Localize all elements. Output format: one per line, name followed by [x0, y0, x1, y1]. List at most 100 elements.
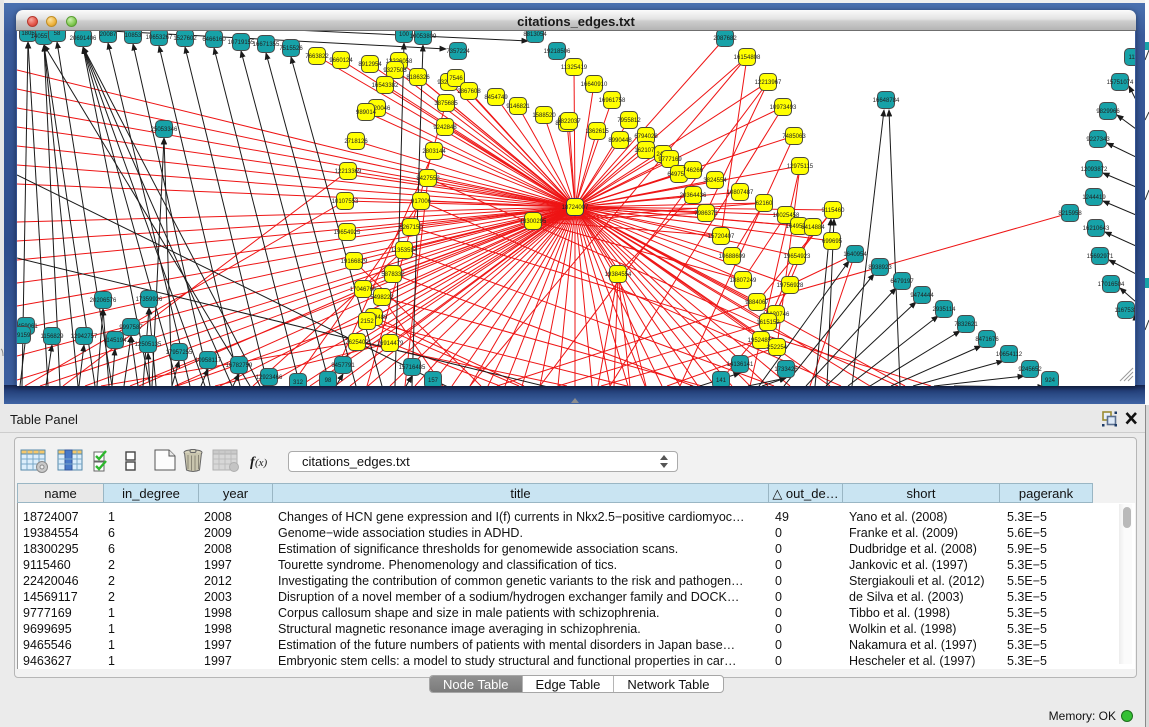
svg-text:9997587: 9997587 [119, 325, 143, 331]
svg-text:8414884: 8414884 [801, 225, 825, 231]
svg-text:17359926: 17359926 [136, 297, 163, 303]
svg-text:16961758: 16961758 [599, 98, 626, 104]
svg-text:17046766: 17046766 [350, 287, 377, 293]
svg-text:8938923: 8938923 [868, 265, 892, 271]
svg-text:6466160: 6466160 [202, 37, 226, 43]
svg-text:989014: 989014 [356, 110, 377, 116]
svg-text:1167533: 1167533 [1115, 308, 1135, 314]
svg-text:10973493: 10973493 [770, 105, 797, 111]
svg-text:15716485: 15716485 [399, 365, 426, 371]
svg-text:2803144: 2803144 [422, 149, 446, 155]
svg-text:12923466: 12923466 [256, 375, 283, 381]
svg-text:20364436: 20364436 [680, 193, 707, 199]
svg-text:6794028: 6794028 [634, 134, 658, 140]
svg-text:25053346: 25053346 [151, 127, 178, 133]
svg-text:19384554: 19384554 [605, 272, 632, 278]
svg-text:7663822: 7663822 [305, 54, 329, 60]
svg-text:1156829: 1156829 [41, 334, 65, 340]
svg-text:8990448: 8990448 [608, 138, 632, 144]
svg-text:924: 924 [1045, 378, 1056, 384]
svg-text:7515526: 7515526 [279, 46, 303, 52]
svg-text:18724007: 18724007 [562, 205, 589, 211]
svg-text:1362615: 1362615 [585, 129, 609, 135]
svg-text:15751074: 15751074 [1107, 80, 1134, 86]
svg-text:3822037: 3822037 [557, 119, 581, 125]
svg-text:7955812: 7955812 [617, 118, 641, 124]
svg-text:699695: 699695 [822, 239, 843, 245]
svg-text:5498222: 5498222 [370, 295, 394, 301]
svg-text:12505135: 12505135 [135, 342, 162, 348]
svg-text:2935114: 2935114 [933, 307, 957, 313]
svg-text:19756928: 19756928 [777, 283, 804, 289]
svg-text:9242848: 9242848 [433, 125, 457, 131]
svg-text:10107553: 10107553 [332, 199, 359, 205]
svg-text:8427552: 8427552 [416, 176, 440, 182]
svg-text:19166829: 19166829 [341, 259, 368, 265]
svg-text:10653267: 10653267 [146, 35, 173, 41]
svg-text:18300295: 18300295 [520, 219, 547, 225]
svg-text:14136141: 14136141 [727, 362, 754, 368]
svg-text:157: 157 [428, 378, 439, 384]
svg-text:111: 111 [1128, 55, 1135, 61]
svg-text:19218506: 19218506 [544, 49, 571, 55]
svg-text:9457791: 9457791 [331, 363, 355, 369]
svg-text:2152: 2152 [360, 319, 374, 325]
svg-text:62160: 62160 [756, 201, 773, 207]
svg-text:39159: 39159 [17, 333, 31, 339]
svg-text:5878332: 5878332 [381, 272, 405, 278]
svg-text:9474444: 9474444 [910, 293, 934, 299]
svg-text:2867608: 2867608 [457, 89, 481, 95]
svg-text:9115460: 9115460 [822, 208, 846, 214]
svg-text:7625402: 7625402 [345, 340, 369, 346]
svg-text:141: 141 [716, 378, 727, 384]
svg-text:8912954: 8912954 [358, 62, 382, 68]
svg-text:1588520: 1588520 [532, 113, 556, 119]
svg-text:1640954: 1640954 [843, 252, 867, 258]
svg-text:6479197: 6479197 [890, 279, 914, 285]
svg-text:252254: 252254 [767, 345, 788, 351]
svg-text:1145194: 1145194 [104, 338, 128, 344]
svg-text:16648784: 16648784 [873, 98, 900, 104]
svg-text:9660124: 9660124 [329, 58, 353, 64]
svg-text:11325419: 11325419 [561, 65, 588, 71]
svg-text:3875685: 3875685 [434, 101, 458, 107]
svg-text:100: 100 [399, 32, 410, 38]
svg-text:10688609: 10688609 [719, 254, 746, 260]
svg-text:1527602: 1527602 [173, 36, 197, 42]
svg-text:1733426: 1733426 [774, 367, 798, 373]
svg-text:9777169: 9777169 [658, 157, 682, 163]
svg-text:11353594: 11353594 [391, 248, 418, 254]
svg-text:1244419: 1244419 [1082, 195, 1106, 201]
svg-text:9146821: 9146821 [506, 104, 530, 110]
svg-text:2718126: 2718126 [344, 139, 368, 145]
svg-text:312: 312 [293, 380, 304, 386]
svg-text:20087: 20087 [100, 32, 117, 38]
svg-text:10654112: 10654112 [996, 352, 1023, 358]
svg-text:8267150: 8267150 [399, 225, 423, 231]
svg-text:10053809: 10053809 [410, 34, 437, 40]
svg-text:1615152: 1615152 [756, 320, 780, 326]
svg-text:7546: 7546 [449, 76, 463, 82]
svg-text:9227343: 9227343 [1086, 137, 1110, 143]
svg-text:12942757: 12942757 [71, 334, 98, 340]
svg-text:12093872: 12093872 [1081, 167, 1108, 173]
svg-text:7485063: 7485063 [782, 134, 806, 140]
svg-text:9327503: 9327503 [383, 68, 407, 74]
svg-text:9245652: 9245652 [1018, 367, 1042, 373]
svg-text:18807249: 18807249 [730, 278, 757, 284]
svg-text:8471676: 8471676 [975, 337, 999, 343]
svg-text:12975115: 12975115 [787, 164, 814, 170]
svg-text:746266: 746266 [683, 168, 704, 174]
svg-text:8813054: 8813054 [523, 32, 547, 38]
svg-text:9829966: 9829966 [1096, 109, 1120, 115]
svg-text:8215958: 8215958 [1058, 211, 1082, 217]
svg-text:(x): (x) [255, 457, 268, 469]
svg-text:19654925: 19654925 [334, 230, 361, 236]
svg-text:16210643: 16210643 [1083, 226, 1110, 232]
svg-text:7986372: 7986372 [694, 211, 718, 217]
svg-text:2087682: 2087682 [713, 36, 737, 42]
svg-text:10807487: 10807487 [727, 190, 754, 196]
svg-text:7357224: 7357224 [446, 49, 470, 55]
svg-text:9884067: 9884067 [745, 300, 769, 306]
svg-text:16154808: 16154808 [734, 55, 761, 61]
